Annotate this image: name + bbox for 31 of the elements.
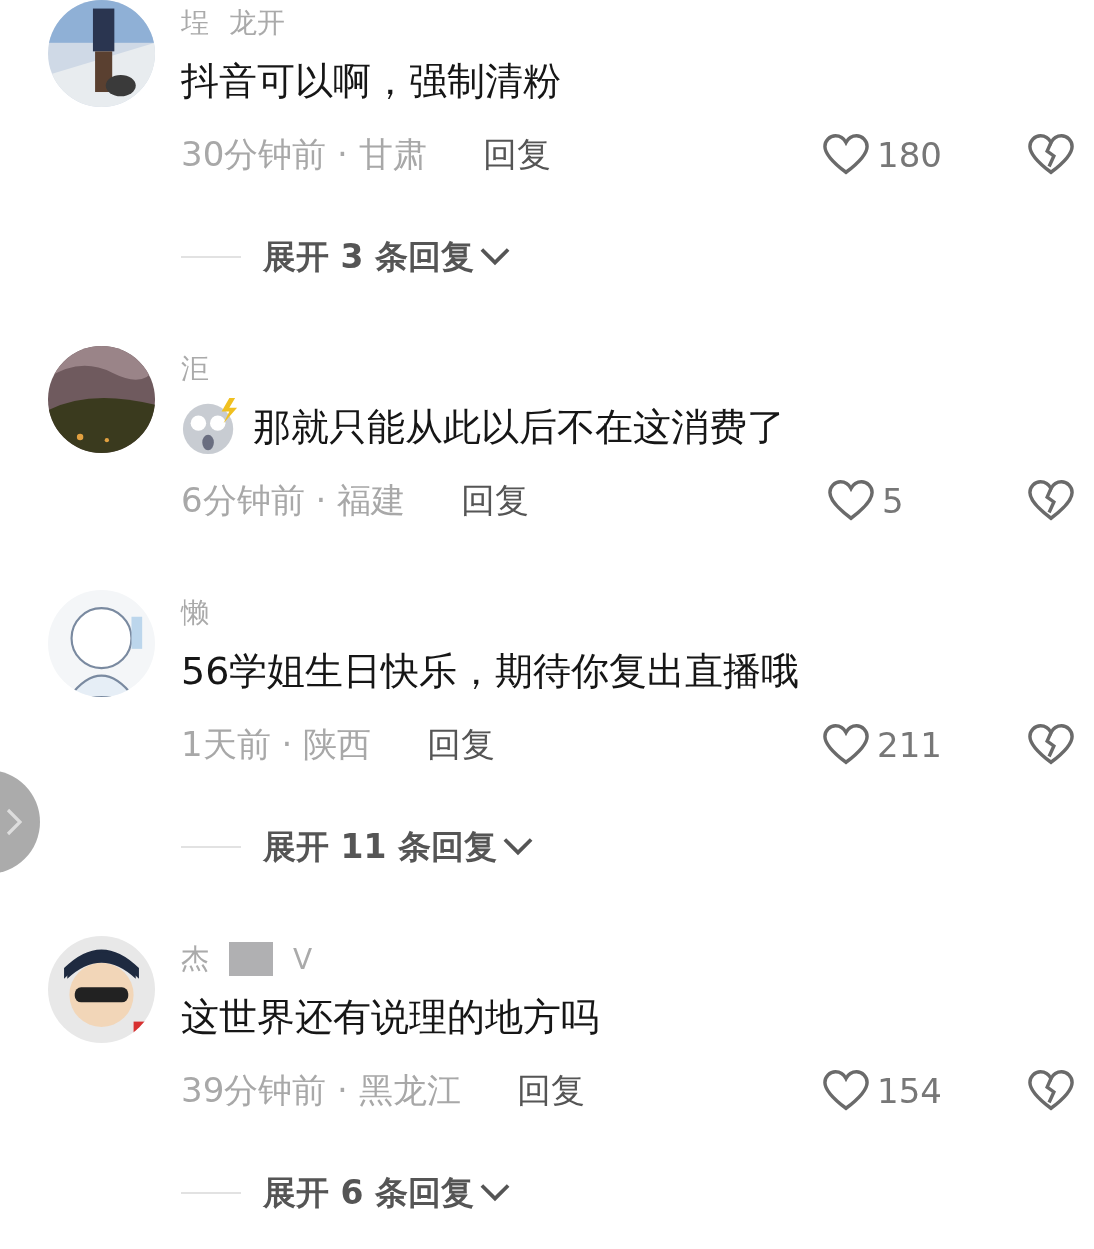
comment-text: 那就只能从此以后不在这消费了 xyxy=(253,403,785,451)
reply-link[interactable]: 回复 xyxy=(461,478,530,524)
dislike-icon[interactable] xyxy=(1028,479,1074,523)
reply-link[interactable]: 回复 xyxy=(516,1068,585,1114)
like-icon[interactable] xyxy=(823,133,870,177)
like-count: 154 xyxy=(877,1071,942,1111)
expand-replies-button[interactable]: 展开 6 条回复 xyxy=(263,1170,510,1216)
reply-link[interactable]: 回复 xyxy=(427,722,496,768)
like-icon[interactable] xyxy=(823,1069,870,1113)
like-icon[interactable] xyxy=(828,479,874,523)
dislike-icon[interactable] xyxy=(1028,723,1074,767)
like-count: 180 xyxy=(877,135,942,175)
dislike-icon[interactable] xyxy=(1028,1069,1074,1113)
like-icon[interactable] xyxy=(823,723,870,767)
expand-replies-button[interactable]: 展开 3 条回复 xyxy=(263,234,510,280)
comment-time-location: 30分钟前 · 甘肃 xyxy=(181,133,427,176)
expand-replies-button[interactable]: 展开 11 条回复 xyxy=(263,824,533,870)
chevron-right-icon xyxy=(6,808,22,836)
chevron-down-icon xyxy=(502,837,533,857)
comment-text: 抖音可以啊，强制清粉 xyxy=(181,57,561,105)
like-count: 5 xyxy=(882,481,905,521)
chevron-down-icon xyxy=(479,1183,510,1203)
comment-time-location: 6分钟前 · 福建 xyxy=(181,479,406,522)
dislike-icon[interactable] xyxy=(1028,133,1074,177)
comment-time-location: 1天前 · 陕西 xyxy=(181,723,372,766)
like-count: 211 xyxy=(877,725,942,765)
reply-link[interactable]: 回复 xyxy=(482,132,551,178)
comment-text: 这世界还有说理的地方吗 xyxy=(181,993,599,1041)
comment-time-location: 39分钟前 · 黑龙江 xyxy=(181,1069,461,1112)
comment-text: 56学姐生日快乐，期待你复出直播哦 xyxy=(181,647,800,695)
chevron-down-icon xyxy=(479,247,510,267)
